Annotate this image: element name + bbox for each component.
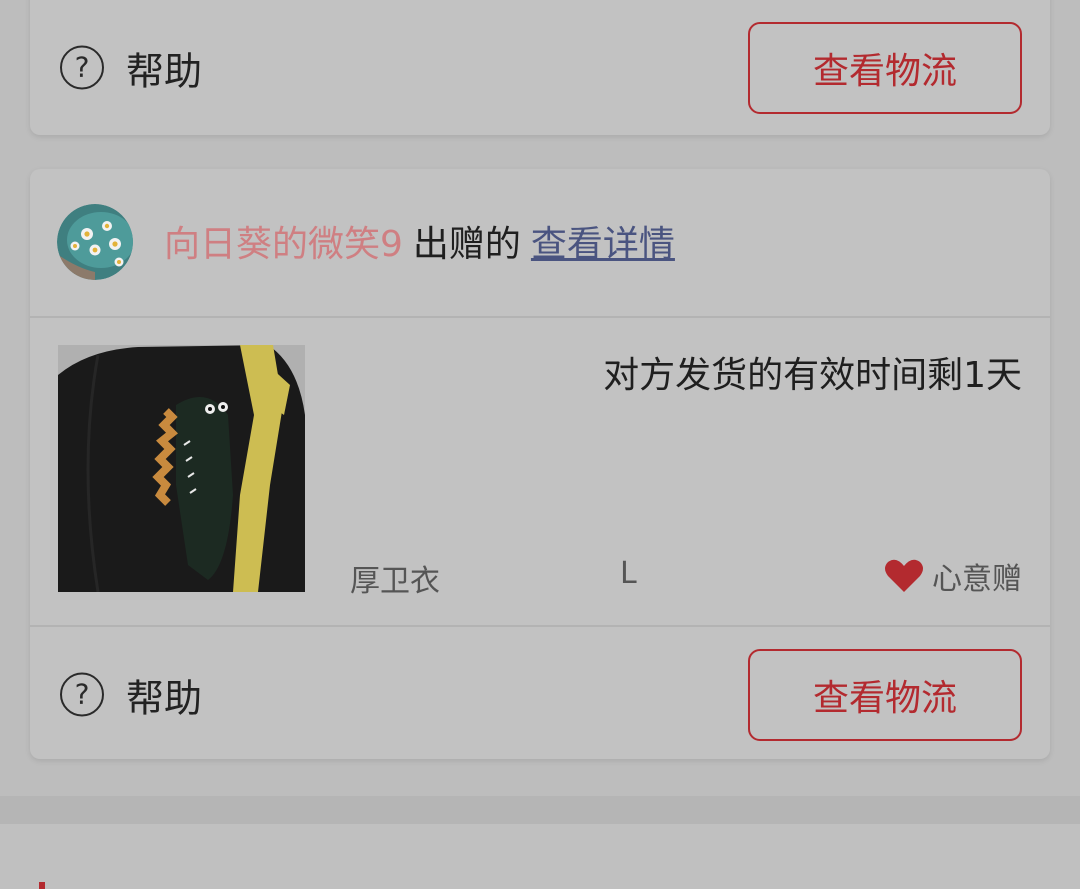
product-photo	[58, 345, 305, 592]
heart-icon	[885, 559, 923, 592]
logistics-section: 正常状 过程完整流信息	[0, 824, 1080, 889]
order-card: ? 帮助 查看物流	[30, 0, 1050, 135]
gift-type-badge: 心意赠	[884, 554, 1022, 598]
help-button[interactable]: ? 帮助	[60, 667, 202, 722]
gift-type-label: 心意赠	[932, 562, 1022, 597]
giver-row: 向日葵的微笑9 出赠的 查看详情	[30, 169, 1050, 318]
avatar[interactable]	[57, 204, 133, 280]
view-logistics-button[interactable]: 查看物流	[748, 21, 1022, 114]
giver-suffix: 出赠的	[412, 224, 521, 265]
view-logistics-button[interactable]: 查看物流	[748, 648, 1022, 741]
order-actions: ? 帮助 查看物流	[30, 0, 1050, 135]
shipping-remaining-time: 对方发货的有效时间剩1天	[603, 355, 1022, 396]
giver-info: 向日葵的微笑9 出赠的 查看详情	[164, 215, 675, 267]
product-image[interactable]	[58, 345, 305, 592]
help-label: 帮助	[126, 49, 203, 93]
question-circle-icon: ?	[60, 672, 104, 717]
help-button[interactable]: ? 帮助	[60, 40, 202, 95]
help-label: 帮助	[126, 676, 203, 720]
section-title-marker	[39, 882, 45, 889]
section-divider	[0, 796, 1080, 824]
order-card: 向日葵的微笑9 出赠的 查看详情 对方发货的有效时间剩1天 厚卫衣 L 心意赠 …	[30, 169, 1050, 759]
order-actions: ? 帮助 查看物流	[30, 625, 1050, 759]
question-circle-icon: ?	[60, 45, 104, 90]
avatar-image	[57, 204, 133, 280]
product-size: L	[620, 556, 637, 591]
section-title: 正常状 过程完整流信息	[76, 880, 428, 889]
product-row[interactable]: 对方发货的有效时间剩1天 厚卫衣 L 心意赠	[30, 318, 1050, 624]
view-details-link[interactable]: 查看详情	[531, 224, 675, 265]
giver-name[interactable]: 向日葵的微笑9	[164, 224, 403, 265]
product-name: 厚卫衣	[350, 564, 440, 599]
